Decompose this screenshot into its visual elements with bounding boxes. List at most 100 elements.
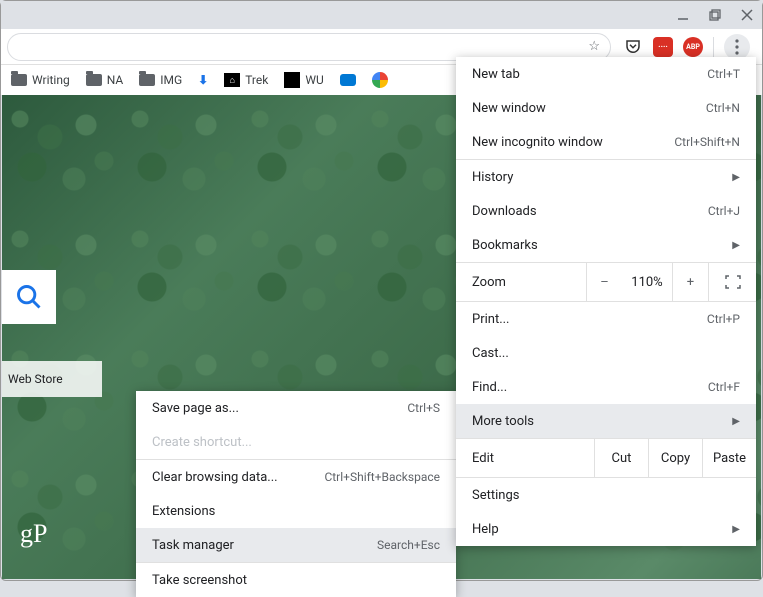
chrome-menu-button[interactable] — [724, 34, 750, 60]
menu-downloads[interactable]: Downloads Ctrl+J — [456, 194, 756, 228]
edit-cut-button[interactable]: Cut — [594, 439, 648, 477]
wu-icon — [284, 72, 300, 88]
bookmark-label: Trek — [245, 73, 268, 87]
menu-label: Clear browsing data... — [152, 470, 278, 485]
menu-shortcut: Ctrl+J — [708, 204, 740, 218]
web-store-tile[interactable]: Web Store — [2, 361, 102, 397]
menu-new-incognito[interactable]: New incognito window Ctrl+Shift+N — [456, 125, 756, 159]
submenu-create-shortcut: Create shortcut... — [136, 425, 456, 459]
folder-icon — [139, 74, 155, 86]
menu-label: New tab — [472, 67, 520, 82]
menu-label: Edit — [472, 451, 494, 466]
menu-shortcut: Ctrl+T — [707, 67, 740, 81]
bookmark-folder-img[interactable]: IMG — [139, 73, 182, 87]
minimize-button[interactable] — [676, 8, 690, 22]
onedrive-icon — [340, 74, 356, 86]
menu-label: More tools — [472, 414, 534, 429]
menu-label: History — [472, 170, 513, 185]
menu-label: Extensions — [152, 504, 215, 519]
lastpass-extension-icon[interactable]: ···· — [653, 37, 673, 57]
menu-find[interactable]: Find... Ctrl+F — [456, 370, 756, 404]
menu-shortcut: Ctrl+Shift+Backspace — [324, 470, 440, 484]
menu-shortcut: Ctrl+P — [707, 312, 740, 326]
menu-help[interactable]: Help ▶ — [456, 512, 756, 546]
bookmark-trek[interactable]: ⌂ Trek — [224, 73, 268, 87]
menu-history[interactable]: History ▶ — [456, 160, 756, 194]
zoom-value: 110% — [622, 275, 672, 290]
menu-label: Print... — [472, 312, 509, 327]
fullscreen-icon — [725, 275, 741, 289]
menu-label: Zoom — [472, 275, 506, 290]
web-store-label: Web Store — [8, 372, 63, 386]
submenu-save-page[interactable]: Save page as... Ctrl+S — [136, 391, 456, 425]
extension-icons: ···· ABP — [617, 34, 756, 60]
menu-label: Cast... — [472, 346, 509, 361]
menu-edit-row: Edit Cut Copy Paste — [456, 439, 756, 477]
bookmark-label: NA — [107, 73, 124, 87]
submenu-extensions[interactable]: Extensions — [136, 494, 456, 528]
menu-label: Task manager — [152, 538, 234, 553]
edit-paste-button[interactable]: Paste — [702, 439, 756, 477]
submenu-take-screenshot[interactable]: Take screenshot — [136, 563, 456, 597]
menu-shortcut: Ctrl+Shift+N — [674, 135, 740, 149]
menu-shortcut: Ctrl+S — [407, 401, 440, 415]
bookmark-onedrive[interactable] — [340, 74, 356, 86]
bookmark-download[interactable]: ⬇ — [198, 73, 208, 87]
chevron-right-icon: ▶ — [732, 416, 740, 427]
submenu-task-manager[interactable]: Task manager Search+Esc — [136, 528, 456, 562]
pocket-extension-icon[interactable] — [623, 37, 643, 57]
menu-label: Bookmarks — [472, 238, 538, 253]
menu-bookmarks[interactable]: Bookmarks ▶ — [456, 228, 756, 262]
bookmark-star-icon[interactable]: ☆ — [588, 39, 600, 54]
separator — [713, 37, 714, 57]
download-icon: ⬇ — [198, 73, 208, 87]
bookmark-folder-na[interactable]: NA — [86, 73, 124, 87]
menu-label: Downloads — [472, 204, 537, 219]
search-icon — [15, 283, 43, 311]
bookmark-folder-writing[interactable]: Writing — [11, 73, 70, 87]
bookmark-wu[interactable]: WU — [284, 72, 323, 88]
folder-icon — [11, 74, 27, 86]
close-button[interactable] — [740, 8, 754, 22]
chevron-right-icon: ▶ — [732, 240, 740, 251]
maximize-button[interactable] — [708, 8, 722, 22]
chevron-right-icon: ▶ — [732, 172, 740, 183]
menu-label: New window — [472, 101, 546, 116]
submenu-clear-browsing-data[interactable]: Clear browsing data... Ctrl+Shift+Backsp… — [136, 460, 456, 494]
menu-print[interactable]: Print... Ctrl+P — [456, 302, 756, 336]
menu-shortcut: Ctrl+F — [708, 380, 740, 394]
menu-label: New incognito window — [472, 135, 603, 150]
gp-watermark: gP — [20, 519, 47, 549]
titlebar — [1, 1, 762, 29]
fullscreen-button[interactable] — [708, 263, 756, 301]
menu-settings[interactable]: Settings — [456, 478, 756, 512]
folder-icon — [86, 74, 102, 86]
bookmark-gphotos[interactable] — [372, 72, 388, 88]
menu-new-window[interactable]: New window Ctrl+N — [456, 91, 756, 125]
edit-copy-button[interactable]: Copy — [648, 439, 702, 477]
menu-more-tools[interactable]: More tools ▶ — [456, 404, 756, 438]
menu-new-tab[interactable]: New tab Ctrl+T — [456, 57, 756, 91]
zoom-out-button[interactable]: – — [586, 263, 622, 301]
menu-label: Settings — [472, 488, 519, 503]
search-tile[interactable] — [2, 270, 56, 324]
chevron-right-icon: ▶ — [732, 524, 740, 535]
more-tools-submenu: Save page as... Ctrl+S Create shortcut..… — [136, 391, 456, 597]
menu-shortcut: Ctrl+N — [706, 101, 740, 115]
menu-cast[interactable]: Cast... — [456, 336, 756, 370]
bookmark-label: Writing — [32, 73, 70, 87]
menu-label: Save page as... — [152, 401, 239, 416]
chrome-main-menu: New tab Ctrl+T New window Ctrl+N New inc… — [456, 57, 756, 546]
zoom-in-button[interactable]: + — [672, 263, 708, 301]
trek-icon: ⌂ — [224, 73, 240, 87]
menu-label: Take screenshot — [152, 573, 247, 588]
menu-label: Help — [472, 522, 499, 537]
bookmark-label: WU — [305, 73, 323, 87]
menu-label: Create shortcut... — [152, 435, 252, 450]
menu-zoom-row: Zoom – 110% + — [456, 263, 756, 301]
bookmark-label: IMG — [160, 73, 182, 87]
abp-extension-icon[interactable]: ABP — [683, 37, 703, 57]
menu-shortcut: Search+Esc — [377, 538, 440, 552]
menu-label: Find... — [472, 380, 507, 395]
gphotos-icon — [372, 72, 388, 88]
